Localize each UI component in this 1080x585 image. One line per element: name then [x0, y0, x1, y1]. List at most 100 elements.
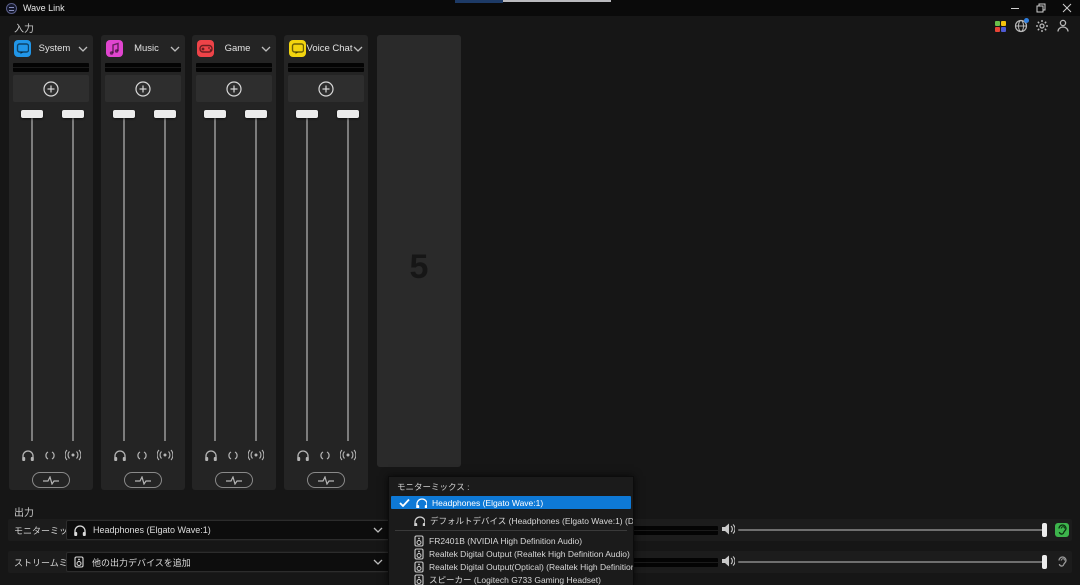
dropdown-title: モニターミックス :: [389, 477, 633, 496]
channel-header[interactable]: Game: [192, 35, 276, 62]
empty-slot-number: 5: [377, 248, 461, 287]
monitor-listen-button-active[interactable]: [1055, 523, 1069, 537]
fader-handle[interactable]: [154, 110, 176, 118]
channel-level-meter: [196, 63, 272, 72]
dropdown-item-device[interactable]: スピーカー (Logitech G733 Gaming Headset): [389, 573, 633, 585]
minimize-button[interactable]: [1002, 0, 1028, 16]
headphones-monitor-icon[interactable]: [21, 449, 35, 462]
app-toolbar: [993, 19, 1070, 33]
waveform-effects-button[interactable]: [124, 472, 162, 488]
fader-handle[interactable]: [296, 110, 318, 118]
waveform-effects-button[interactable]: [32, 472, 70, 488]
link-channels-icon[interactable]: [319, 450, 331, 461]
channel-level-meter: [13, 63, 89, 72]
wave-link-logo-icon: [6, 3, 17, 14]
window-controls: [1002, 0, 1080, 16]
fader-track-left[interactable]: [31, 113, 33, 441]
stream-mix-volume-slider[interactable]: [738, 561, 1046, 563]
chevron-down-icon[interactable]: [261, 45, 271, 53]
settings-gear-icon[interactable]: [1035, 19, 1049, 33]
channel-name: Voice Chat: [306, 43, 353, 54]
music-channel-icon: [106, 40, 123, 57]
link-channels-icon[interactable]: [44, 450, 56, 461]
chevron-down-icon[interactable]: [78, 45, 88, 53]
channel-name: Game: [214, 43, 261, 54]
fader-track-right[interactable]: [164, 113, 166, 441]
fader-handle[interactable]: [21, 110, 43, 118]
dropdown-item-label: FR2401B (NVIDIA High Definition Audio): [429, 536, 582, 546]
dropdown-item-label: スピーカー (Logitech G733 Gaming Headset): [429, 574, 601, 585]
link-channels-icon[interactable]: [136, 450, 148, 461]
restore-button[interactable]: [1028, 0, 1054, 16]
dropdown-item-label: Realtek Digital Output(Optical) (Realtek…: [429, 562, 634, 572]
waveform-effects-button[interactable]: [307, 472, 345, 488]
close-button[interactable]: [1054, 0, 1080, 16]
monitor-listen-button-inactive[interactable]: [1055, 555, 1069, 569]
fader-handle[interactable]: [113, 110, 135, 118]
stream-broadcast-icon[interactable]: [340, 449, 356, 461]
add-effect-button[interactable]: [196, 75, 272, 102]
speaker-device-icon: [413, 561, 424, 573]
fader-handle[interactable]: [62, 110, 84, 118]
headphones-icon: [73, 524, 86, 536]
headphones-monitor-icon[interactable]: [113, 449, 127, 462]
fader-track-left[interactable]: [214, 113, 216, 441]
monitor-mix-level-meter: [632, 526, 718, 535]
monitor-mix-volume-slider[interactable]: [738, 529, 1046, 531]
input-section-label: 入力: [14, 20, 34, 35]
stream-broadcast-icon[interactable]: [65, 449, 81, 461]
channel-strip-system: System: [9, 35, 93, 490]
fader-track-right[interactable]: [347, 113, 349, 441]
channel-header[interactable]: System: [9, 35, 93, 62]
channel-name: System: [31, 43, 78, 54]
account-person-icon[interactable]: [1056, 19, 1070, 33]
monitor-mix-device-select[interactable]: Headphones (Elgato Wave:1): [66, 520, 390, 540]
link-channels-icon[interactable]: [227, 450, 239, 461]
fader-handle[interactable]: [337, 110, 359, 118]
waveform-effects-button[interactable]: [215, 472, 253, 488]
game-channel-icon: [197, 40, 214, 57]
channel-strip-voice-chat: Voice Chat: [284, 35, 368, 490]
channel-header[interactable]: Voice Chat: [284, 35, 368, 62]
headphones-monitor-icon[interactable]: [204, 449, 218, 462]
fader-track-right[interactable]: [255, 113, 257, 441]
chevron-down-icon: [373, 526, 383, 534]
add-effect-button[interactable]: [288, 75, 364, 102]
stream-mix-device-value: 他の出力デバイスを追加: [92, 556, 366, 569]
system-channel-icon: [14, 40, 31, 57]
stream-broadcast-icon[interactable]: [157, 449, 173, 461]
dropdown-item-default-device[interactable]: デフォルトデバイス (Headphones (Elgato Wave:1) (D…: [389, 514, 633, 527]
dropdown-item-selected[interactable]: Headphones (Elgato Wave:1): [391, 496, 631, 509]
stream-mix-volume-handle[interactable]: [1042, 555, 1047, 569]
headphones-icon: [415, 497, 427, 508]
channel-header[interactable]: Music: [101, 35, 185, 62]
output-device-icon: [73, 556, 85, 568]
add-effect-button[interactable]: [13, 75, 89, 102]
monitor-mix-device-value: Headphones (Elgato Wave:1): [93, 525, 366, 535]
channel-strip-game: Game: [192, 35, 276, 490]
monitor-mix-volume-handle[interactable]: [1042, 523, 1047, 537]
dropdown-item-device[interactable]: FR2401B (NVIDIA High Definition Audio): [389, 534, 633, 547]
chevron-down-icon: [373, 558, 383, 566]
title-bar: Wave Link: [0, 0, 1080, 16]
updates-globe-icon[interactable]: [1014, 19, 1028, 33]
add-effect-button[interactable]: [105, 75, 181, 102]
chevron-down-icon[interactable]: [353, 45, 363, 53]
fader-track-left[interactable]: [306, 113, 308, 441]
dropdown-item-device[interactable]: Realtek Digital Output(Optical) (Realtek…: [389, 560, 633, 573]
channel-slot-empty[interactable]: 5: [377, 35, 461, 467]
marketplace-icon[interactable]: [993, 19, 1007, 33]
fader-track-left[interactable]: [123, 113, 125, 441]
monitor-mix-dropdown: モニターミックス : Headphones (Elgato Wave:1) デフ…: [388, 476, 634, 585]
voice-chat-channel-icon: [289, 40, 306, 57]
speaker-volume-icon: [721, 523, 735, 535]
headphones-monitor-icon[interactable]: [296, 449, 310, 462]
dropdown-item-device[interactable]: Realtek Digital Output (Realtek High Def…: [389, 547, 633, 560]
stream-mix-device-select[interactable]: 他の出力デバイスを追加: [66, 552, 390, 572]
update-badge: [1024, 18, 1029, 23]
fader-handle[interactable]: [245, 110, 267, 118]
stream-broadcast-icon[interactable]: [248, 449, 264, 461]
fader-track-right[interactable]: [72, 113, 74, 441]
chevron-down-icon[interactable]: [170, 45, 180, 53]
fader-handle[interactable]: [204, 110, 226, 118]
